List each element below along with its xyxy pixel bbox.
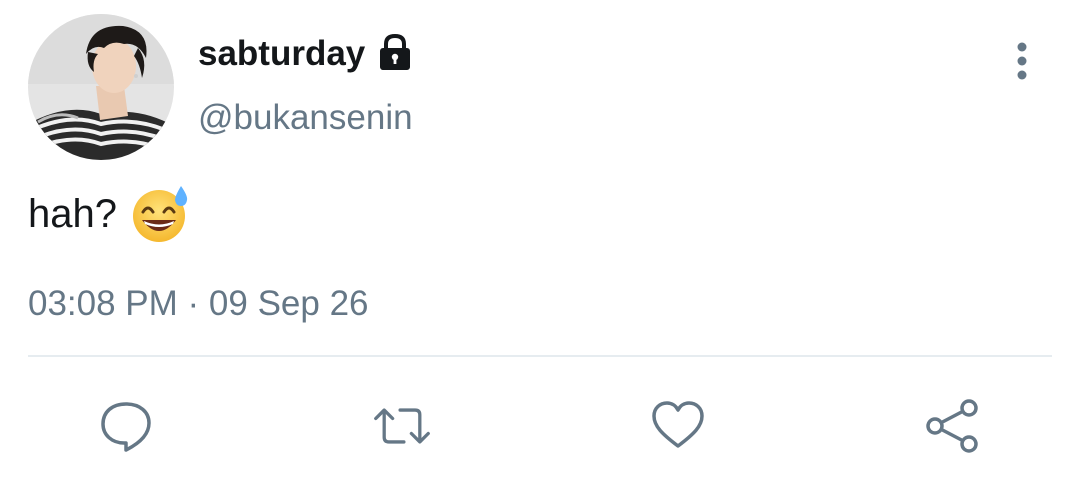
more-options-button[interactable]: [1002, 36, 1042, 86]
divider: [28, 355, 1052, 357]
share-icon: [926, 399, 978, 453]
more-vertical-icon: [1017, 42, 1027, 80]
retweet-button[interactable]: [372, 396, 432, 456]
reply-button[interactable]: [96, 396, 156, 456]
share-button[interactable]: [922, 396, 982, 456]
grinning-face-with-sweat-emoji-icon: [131, 184, 191, 244]
like-button[interactable]: [648, 396, 708, 456]
reply-icon: [101, 402, 151, 452]
heart-icon: [652, 401, 704, 448]
avatar-image: [28, 14, 174, 160]
lock-icon: [375, 32, 415, 72]
display-name-row: sabturday: [198, 30, 415, 78]
avatar[interactable]: [28, 14, 174, 160]
tweet-text: hah?: [28, 192, 117, 236]
tweet-timestamp: 03:08 PM · 09 Sep 26: [28, 284, 369, 323]
tweet-card: sabturday @bukansenin hah? 03:08 PM · 09…: [0, 0, 1080, 488]
retweet-icon: [374, 408, 430, 444]
user-handle[interactable]: @bukansenin: [198, 96, 413, 140]
display-name[interactable]: sabturday: [198, 34, 365, 74]
tweet-text-row: hah?: [28, 186, 191, 242]
